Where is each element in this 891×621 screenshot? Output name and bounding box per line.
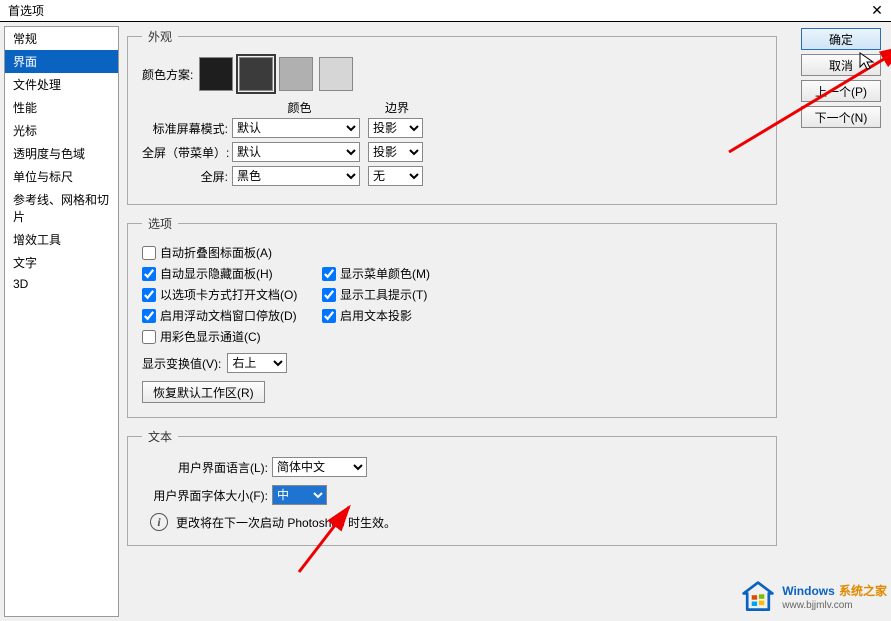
dialog-body: 常规 界面 文件处理 性能 光标 透明度与色域 单位与标尺 参考线、网格和切片 … xyxy=(0,22,891,621)
check-color-channels[interactable]: 用彩色显示通道(C) xyxy=(142,328,322,345)
standard-mode-border-select[interactable]: 投影 xyxy=(368,118,423,138)
windows-house-icon xyxy=(740,579,776,615)
text-legend: 文本 xyxy=(142,428,178,445)
sidebar-item-guides[interactable]: 参考线、网格和切片 xyxy=(5,188,118,228)
watermark-url: www.bjjmlv.com xyxy=(782,600,887,611)
color-scheme-swatches xyxy=(199,57,353,91)
check-text-shadow[interactable]: 启用文本投影 xyxy=(322,307,412,324)
ui-font-size-label: 用户界面字体大小(F): xyxy=(142,487,272,504)
category-sidebar: 常规 界面 文件处理 性能 光标 透明度与色域 单位与标尺 参考线、网格和切片 … xyxy=(4,26,119,617)
appearance-legend: 外观 xyxy=(142,28,178,45)
info-text: 更改将在下一次启动 Photoshop 时生效。 xyxy=(176,514,396,531)
check-show-menu-colors[interactable]: 显示菜单颜色(M) xyxy=(322,265,430,282)
swatch-lightest[interactable] xyxy=(319,57,353,91)
watermark: Windows 系统之家 www.bjjmlv.com xyxy=(740,579,887,615)
swatch-light[interactable] xyxy=(279,57,313,91)
standard-mode-color-select[interactable]: 默认 xyxy=(232,118,360,138)
appearance-group: 外观 颜色方案: 颜色 边界 标准屏幕模式: 默认 投影 xyxy=(127,28,777,205)
sidebar-item-3d[interactable]: 3D xyxy=(5,274,118,294)
window-title: 首选项 xyxy=(4,2,44,19)
sidebar-item-file-handling[interactable]: 文件处理 xyxy=(5,73,118,96)
ui-language-label: 用户界面语言(L): xyxy=(142,459,272,476)
check-open-as-tabs[interactable]: 以选项卡方式打开文档(O) xyxy=(142,286,322,303)
sidebar-item-general[interactable]: 常规 xyxy=(5,27,118,50)
close-icon[interactable]: ✕ xyxy=(867,2,887,19)
check-auto-show-hidden[interactable]: 自动显示隐藏面板(H) xyxy=(142,265,322,282)
color-scheme-label: 颜色方案: xyxy=(142,66,199,83)
sidebar-item-plugins[interactable]: 增效工具 xyxy=(5,228,118,251)
sidebar-item-interface[interactable]: 界面 xyxy=(5,50,118,73)
sidebar-item-performance[interactable]: 性能 xyxy=(5,96,118,119)
options-group: 选项 自动折叠图标面板(A) 自动显示隐藏面板(H) 显示菜单颜色(M) 以选项… xyxy=(127,215,777,418)
check-show-tooltips[interactable]: 显示工具提示(T) xyxy=(322,286,427,303)
fullscreen-border-select[interactable]: 无 xyxy=(368,166,423,186)
sidebar-item-transparency[interactable]: 透明度与色域 xyxy=(5,142,118,165)
fullscreen-menu-color-select[interactable]: 默认 xyxy=(232,142,360,162)
header-border: 边界 xyxy=(367,99,427,116)
header-color: 颜色 xyxy=(232,99,367,116)
watermark-brand-1: Windows xyxy=(782,584,835,598)
sidebar-item-cursors[interactable]: 光标 xyxy=(5,119,118,142)
ok-button[interactable]: 确定 xyxy=(801,28,881,50)
cancel-button[interactable]: 取消 xyxy=(801,54,881,76)
ui-font-size-select[interactable]: 中 xyxy=(272,485,327,505)
fullscreen-label: 全屏: xyxy=(142,168,232,185)
text-group: 文本 用户界面语言(L): 简体中文 用户界面字体大小(F): 中 i 更改将在… xyxy=(127,428,777,546)
swatch-darkest[interactable] xyxy=(199,57,233,91)
check-auto-collapse[interactable]: 自动折叠图标面板(A) xyxy=(142,244,322,261)
check-floating-dock[interactable]: 启用浮动文档窗口停放(D) xyxy=(142,307,322,324)
restore-workspace-button[interactable]: 恢复默认工作区(R) xyxy=(142,381,265,403)
sidebar-item-type[interactable]: 文字 xyxy=(5,251,118,274)
standard-mode-label: 标准屏幕模式: xyxy=(142,120,232,137)
sidebar-item-units[interactable]: 单位与标尺 xyxy=(5,165,118,188)
prev-button[interactable]: 上一个(P) xyxy=(801,80,881,102)
ui-language-select[interactable]: 简体中文 xyxy=(272,457,367,477)
main-panel: 确定 取消 上一个(P) 下一个(N) 外观 颜色方案: 颜色 边界 xyxy=(119,22,891,621)
fullscreen-menu-label: 全屏（带菜单）: xyxy=(142,144,232,161)
options-legend: 选项 xyxy=(142,215,178,232)
fullscreen-color-select[interactable]: 黑色 xyxy=(232,166,360,186)
dialog-buttons: 确定 取消 上一个(P) 下一个(N) xyxy=(801,28,881,128)
transform-value-select[interactable]: 右上 xyxy=(227,353,287,373)
transform-value-label: 显示变换值(V): xyxy=(142,355,221,372)
swatch-dark[interactable] xyxy=(239,57,273,91)
info-icon: i xyxy=(150,513,168,531)
fullscreen-menu-border-select[interactable]: 投影 xyxy=(368,142,423,162)
watermark-brand-2: 系统之家 xyxy=(839,584,887,598)
next-button[interactable]: 下一个(N) xyxy=(801,106,881,128)
title-bar: 首选项 ✕ xyxy=(0,0,891,22)
